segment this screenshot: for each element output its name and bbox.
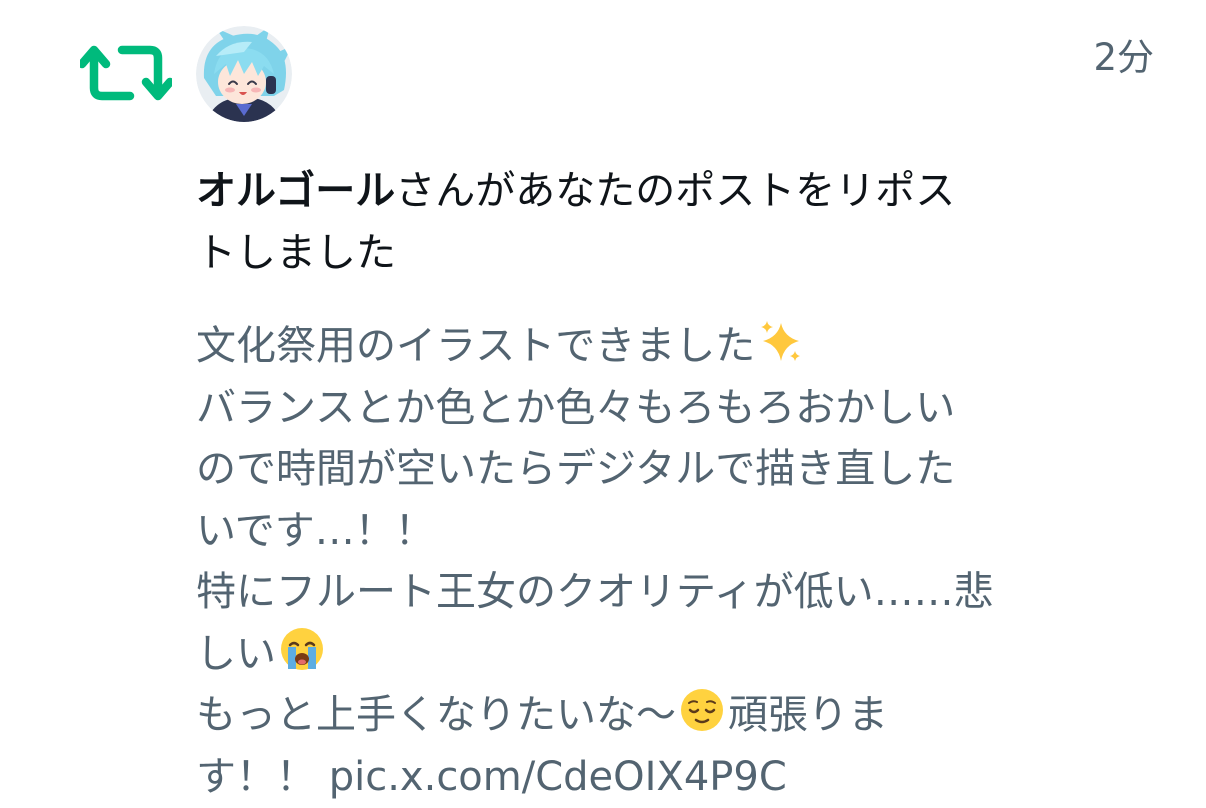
post-line: ので時間が空いたらデジタルで描き直した	[196, 446, 956, 492]
repost-icon	[80, 45, 172, 101]
post-line: いです…！！	[196, 507, 435, 554]
repost-notification[interactable]: 2分 オルゴールさんがあなたのポストをリポストしました 文化祭用のイラストできま…	[0, 0, 1206, 808]
post-line: 文化祭用のイラストできました	[196, 316, 1036, 378]
action-text-line2: トしました	[196, 230, 396, 276]
post-text-segment: しい	[196, 630, 276, 677]
post-text-segment: もっと上手くなりたいな〜	[196, 692, 676, 738]
post-text-segment: す！！	[196, 753, 329, 800]
avatar[interactable]	[196, 26, 292, 122]
relieved-face-emoji	[681, 689, 723, 731]
post-text[interactable]: 文化祭用のイラストできました バランスとか色とか色々もろもろおかしい ので時間が…	[196, 316, 1036, 808]
post-line: す！！ pic.x.com/CdeOIX4P9C	[196, 747, 1036, 808]
post-text-segment: 文化祭用のイラストできました	[196, 323, 756, 369]
post-line: 特にフルート王女のクオリティが低い……悲	[196, 569, 994, 615]
post-line: しい	[196, 624, 1036, 686]
post-link[interactable]: pic.x.com/CdeOIX4P9C	[329, 754, 787, 800]
sparkles-emoji	[761, 321, 801, 361]
post-line: もっと上手くなりたいな〜 頑張りま	[196, 685, 1036, 747]
crying-face-emoji	[281, 627, 323, 670]
action-text-line1: さんがあなたのポストをリポス	[395, 168, 956, 214]
post-line: バランスとか色とか色々もろもろおかしい	[196, 384, 956, 431]
notification-headline: オルゴールさんがあなたのポストをリポストしました	[196, 160, 1026, 284]
user-name[interactable]: オルゴール	[196, 168, 395, 214]
post-text-segment: 頑張りま	[728, 692, 888, 738]
timestamp: 2分	[1093, 36, 1154, 79]
